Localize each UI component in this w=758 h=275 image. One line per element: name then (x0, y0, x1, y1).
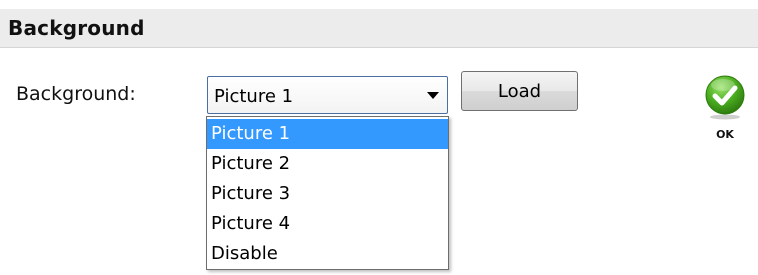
dropdown-option-picture-3[interactable]: Picture 3 (207, 179, 448, 209)
section-title: Background (8, 16, 145, 40)
background-dropdown-list: Picture 1 Picture 2 Picture 3 Picture 4 … (206, 116, 449, 270)
background-settings-panel: Background Background: Picture 1 Picture… (0, 0, 758, 275)
dropdown-option-picture-4[interactable]: Picture 4 (207, 209, 448, 239)
dropdown-option-picture-2[interactable]: Picture 2 (207, 149, 448, 179)
chevron-down-icon[interactable] (427, 92, 439, 99)
check-circle-icon (705, 75, 745, 120)
ok-label: OK (716, 128, 734, 141)
background-select[interactable]: Picture 1 (207, 76, 448, 114)
ok-button[interactable]: OK (704, 74, 746, 144)
background-select-value: Picture 1 (214, 86, 294, 107)
load-button[interactable]: Load (461, 71, 578, 111)
dropdown-option-disable[interactable]: Disable (207, 239, 448, 269)
dropdown-option-picture-1[interactable]: Picture 1 (207, 119, 448, 149)
background-field-label: Background: (16, 83, 136, 105)
